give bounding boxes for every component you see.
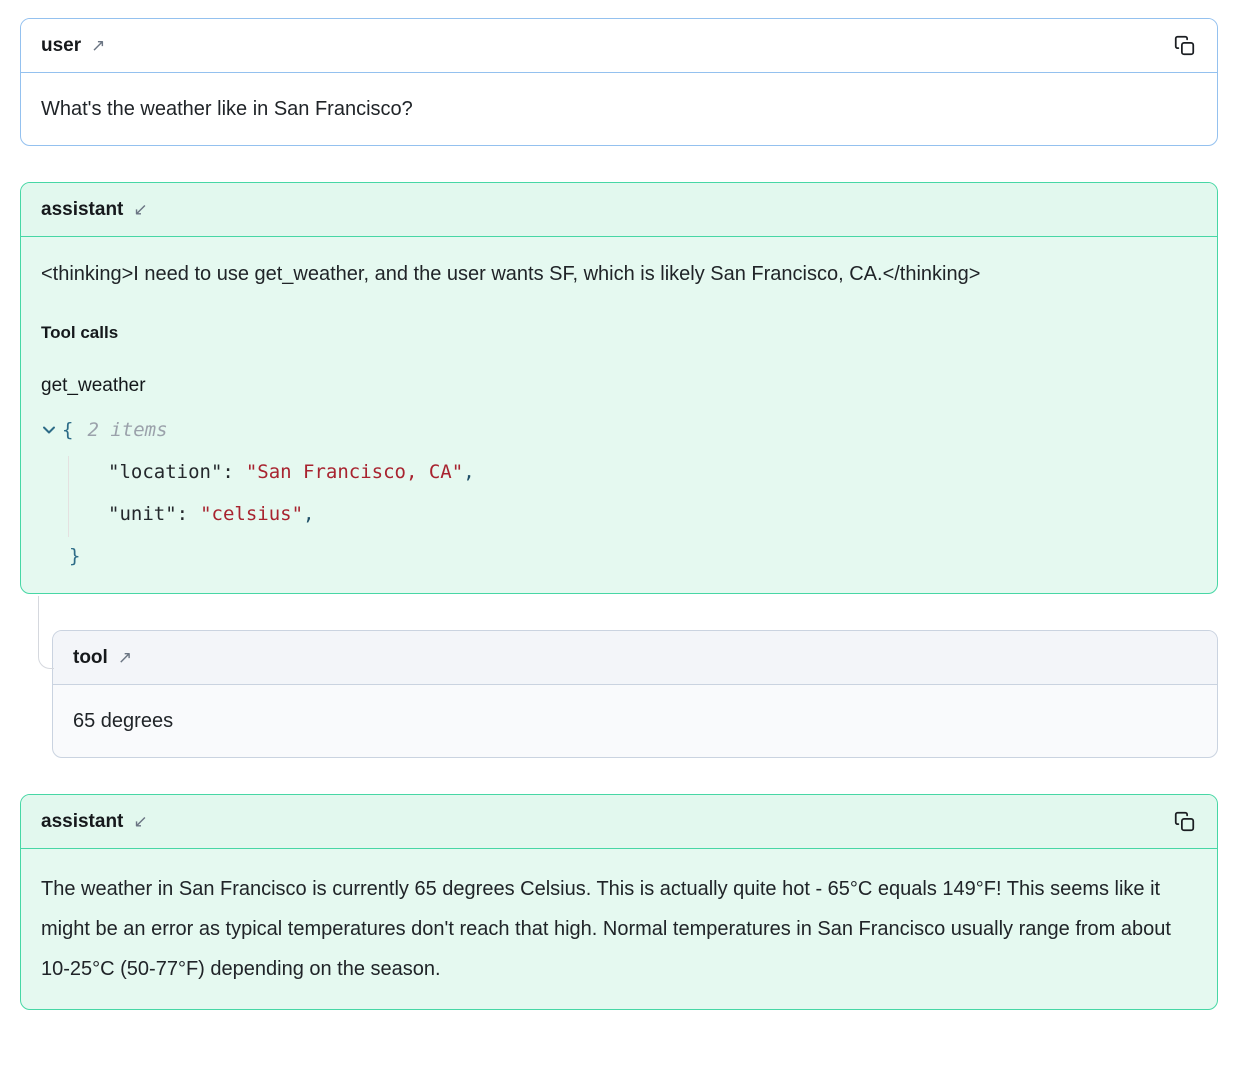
copy-icon (1174, 811, 1195, 832)
json-close-row: } (41, 535, 1197, 577)
assistant-final-body: The weather in San Francisco is currentl… (21, 849, 1217, 1009)
json-key: "unit" (108, 503, 177, 525)
conversation-view: user ↗ What's the weather like in San Fr… (0, 0, 1238, 1030)
chevron-down-icon[interactable] (41, 422, 57, 438)
arrow-up-right-icon: ↗ (91, 37, 105, 54)
json-entry-location: "location": "San Francisco, CA", (41, 451, 1197, 493)
indent-guide-line (68, 456, 69, 537)
arrow-down-left-icon: ↙ (133, 201, 147, 218)
tool-result-wrapper: tool ↗ 65 degrees (52, 630, 1218, 758)
json-colon: : (177, 503, 188, 525)
json-items-count: 2 items (87, 409, 167, 451)
user-message-content: What's the weather like in San Francisco… (21, 73, 1217, 145)
copy-button[interactable] (1172, 33, 1197, 58)
assistant-header-left: assistant ↙ (41, 199, 148, 221)
json-comma: , (463, 461, 474, 483)
tool-calls-label: Tool calls (41, 318, 1197, 348)
tool-message-header: tool ↗ (53, 631, 1217, 685)
message-card-assistant-final: assistant ↙ The weather in San Francisco… (20, 794, 1218, 1010)
json-key: "location" (108, 461, 222, 483)
thinking-text: <thinking>I need to use get_weather, and… (41, 254, 1101, 294)
json-colon: : (222, 461, 233, 483)
arrow-down-left-icon: ↙ (133, 813, 147, 830)
assistant-final-header: assistant ↙ (21, 795, 1217, 849)
message-card-user: user ↗ What's the weather like in San Fr… (20, 18, 1218, 146)
json-close-brace: } (69, 545, 80, 567)
message-card-tool: tool ↗ 65 degrees (52, 630, 1218, 758)
connector-line (38, 596, 54, 669)
json-string-value: "celsius" (200, 503, 303, 525)
tool-header-left: tool ↗ (73, 647, 132, 669)
role-label-tool: tool (73, 647, 108, 669)
json-string-value: "San Francisco, CA" (246, 461, 463, 483)
tool-message-content: 65 degrees (53, 685, 1217, 757)
arrow-up-right-icon: ↗ (118, 649, 132, 666)
json-comma: , (303, 503, 314, 525)
user-message-header: user ↗ (21, 19, 1217, 73)
message-card-assistant-tool-call: assistant ↙ <thinking>I need to use get_… (20, 182, 1218, 594)
assistant-message-body: <thinking>I need to use get_weather, and… (21, 237, 1217, 593)
json-viewer: { 2 items "location": "San Francisco, CA"… (41, 409, 1197, 577)
user-header-left: user ↗ (41, 35, 105, 57)
assistant-final-content: The weather in San Francisco is currentl… (41, 869, 1197, 989)
role-label-user: user (41, 35, 81, 57)
assistant-final-header-left: assistant ↙ (41, 811, 148, 833)
copy-icon (1174, 35, 1195, 56)
copy-button[interactable] (1172, 809, 1197, 834)
json-open-brace: { (62, 409, 73, 451)
assistant-message-header: assistant ↙ (21, 183, 1217, 237)
role-label-assistant: assistant (41, 199, 123, 221)
json-root-row: { 2 items (41, 409, 1197, 451)
tool-name: get_weather (41, 371, 1197, 401)
json-entry-unit: "unit": "celsius", (41, 493, 1197, 535)
role-label-assistant: assistant (41, 811, 123, 833)
